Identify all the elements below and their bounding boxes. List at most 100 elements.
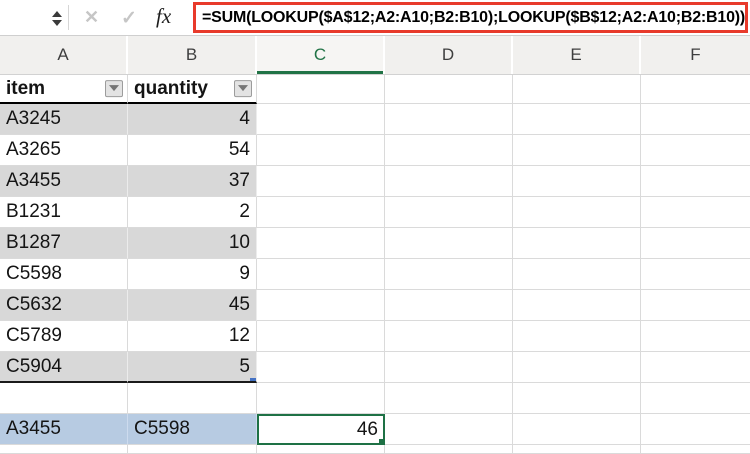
cell-a2[interactable]: A3245 bbox=[0, 104, 128, 135]
sheet-row-1: item quantity bbox=[0, 75, 750, 104]
cell-e2[interactable] bbox=[513, 104, 641, 135]
cell-e3[interactable] bbox=[513, 135, 641, 166]
cell-d8[interactable] bbox=[385, 290, 513, 321]
cell-a3[interactable]: A3265 bbox=[0, 135, 128, 166]
cell-c6[interactable] bbox=[257, 228, 385, 259]
cell-c8[interactable] bbox=[257, 290, 385, 321]
cell-d11[interactable] bbox=[385, 383, 513, 414]
formula-input[interactable]: =SUM(LOOKUP($A$12;A2:A10;B2:B10);LOOKUP(… bbox=[193, 2, 748, 33]
column-header-d[interactable]: D bbox=[385, 36, 513, 74]
cell-d10[interactable] bbox=[385, 352, 513, 383]
cell-a8[interactable]: C5632 bbox=[0, 290, 128, 321]
cell-c13[interactable] bbox=[257, 445, 385, 454]
cell-a5[interactable]: B1231 bbox=[0, 197, 128, 228]
cell-e7[interactable] bbox=[513, 259, 641, 290]
sheet-row-9: C5789 12 bbox=[0, 321, 750, 352]
cell-c10[interactable] bbox=[257, 352, 385, 383]
cell-f8[interactable] bbox=[641, 290, 750, 321]
cell-a1-item-header[interactable]: item bbox=[0, 75, 128, 104]
cell-e6[interactable] bbox=[513, 228, 641, 259]
cell-e12[interactable] bbox=[513, 414, 641, 445]
cell-c5[interactable] bbox=[257, 197, 385, 228]
cell-d2[interactable] bbox=[385, 104, 513, 135]
item-header-label: item bbox=[6, 77, 46, 99]
cell-c2[interactable] bbox=[257, 104, 385, 135]
cell-f6[interactable] bbox=[641, 228, 750, 259]
filter-arrow-icon bbox=[238, 85, 248, 92]
cell-e11[interactable] bbox=[513, 383, 641, 414]
cell-f4[interactable] bbox=[641, 166, 750, 197]
cell-e4[interactable] bbox=[513, 166, 641, 197]
filter-dropdown-button-quantity[interactable] bbox=[234, 79, 252, 97]
cell-a4[interactable]: A3455 bbox=[0, 166, 128, 197]
cell-b11[interactable] bbox=[128, 383, 257, 414]
cell-e10[interactable] bbox=[513, 352, 641, 383]
cell-b13[interactable] bbox=[128, 445, 257, 454]
cell-e8[interactable] bbox=[513, 290, 641, 321]
cell-b5[interactable]: 2 bbox=[128, 197, 257, 228]
confirm-icon[interactable]: ✓ bbox=[121, 7, 137, 30]
cell-a9[interactable]: C5789 bbox=[0, 321, 128, 352]
cell-b6[interactable]: 10 bbox=[128, 228, 257, 259]
cell-d9[interactable] bbox=[385, 321, 513, 352]
column-header-f[interactable]: F bbox=[641, 36, 750, 74]
cell-a6[interactable]: B1287 bbox=[0, 228, 128, 259]
cell-d3[interactable] bbox=[385, 135, 513, 166]
cell-d7[interactable] bbox=[385, 259, 513, 290]
cell-f7[interactable] bbox=[641, 259, 750, 290]
cell-f9[interactable] bbox=[641, 321, 750, 352]
filter-dropdown-button-item[interactable] bbox=[105, 79, 123, 97]
cell-f3[interactable] bbox=[641, 135, 750, 166]
cell-a12-lookup-item[interactable]: A3455 bbox=[0, 414, 128, 445]
cell-f5[interactable] bbox=[641, 197, 750, 228]
cell-c11[interactable] bbox=[257, 383, 385, 414]
cell-e1[interactable] bbox=[513, 75, 641, 104]
cell-f12[interactable] bbox=[641, 414, 750, 445]
cell-b4[interactable]: 37 bbox=[128, 166, 257, 197]
cell-a11[interactable] bbox=[0, 383, 128, 414]
cell-b12-lookup-quantity[interactable]: C5598 bbox=[128, 414, 257, 445]
cell-d1[interactable] bbox=[385, 75, 513, 104]
cell-f11[interactable] bbox=[641, 383, 750, 414]
cell-f13[interactable] bbox=[641, 445, 750, 454]
cell-f2[interactable] bbox=[641, 104, 750, 135]
cell-b7[interactable]: 9 bbox=[128, 259, 257, 290]
cell-b1-quantity-header[interactable]: quantity bbox=[128, 75, 257, 104]
cell-a10[interactable]: C5904 bbox=[0, 352, 128, 383]
cell-b9[interactable]: 12 bbox=[128, 321, 257, 352]
cell-c7[interactable] bbox=[257, 259, 385, 290]
cell-b2[interactable]: 4 bbox=[128, 104, 257, 135]
column-header-a[interactable]: A bbox=[0, 36, 128, 74]
cell-d6[interactable] bbox=[385, 228, 513, 259]
spinner-up-icon bbox=[52, 10, 62, 17]
cell-b3[interactable]: 54 bbox=[128, 135, 257, 166]
cell-a7[interactable]: C5598 bbox=[0, 259, 128, 290]
cell-d5[interactable] bbox=[385, 197, 513, 228]
cell-d13[interactable] bbox=[385, 445, 513, 454]
sheet-row-8: C5632 45 bbox=[0, 290, 750, 321]
sheet-row-10: C5904 5 bbox=[0, 352, 750, 383]
cell-f10[interactable] bbox=[641, 352, 750, 383]
cell-c9[interactable] bbox=[257, 321, 385, 352]
name-box-spinner[interactable] bbox=[50, 5, 64, 31]
column-header-b[interactable]: B bbox=[128, 36, 257, 74]
cell-b8[interactable]: 45 bbox=[128, 290, 257, 321]
cell-e5[interactable] bbox=[513, 197, 641, 228]
cell-e9[interactable] bbox=[513, 321, 641, 352]
cell-c1[interactable] bbox=[257, 75, 385, 104]
cell-c4[interactable] bbox=[257, 166, 385, 197]
cell-d4[interactable] bbox=[385, 166, 513, 197]
cell-f1[interactable] bbox=[641, 75, 750, 104]
sheet-row-5: B1231 2 bbox=[0, 197, 750, 228]
cell-b10[interactable]: 5 bbox=[128, 352, 257, 383]
sheet-row-6: B1287 10 bbox=[0, 228, 750, 259]
column-header-c-selected[interactable]: C bbox=[257, 36, 385, 74]
cell-e13[interactable] bbox=[513, 445, 641, 454]
insert-function-icon[interactable]: fx bbox=[156, 4, 171, 29]
cancel-icon[interactable]: ✕ bbox=[84, 7, 99, 28]
cell-d12[interactable] bbox=[385, 414, 513, 445]
cell-a13[interactable] bbox=[0, 445, 128, 454]
cell-c12-selected-result[interactable]: 46 bbox=[257, 414, 385, 445]
column-header-e[interactable]: E bbox=[513, 36, 641, 74]
cell-c3[interactable] bbox=[257, 135, 385, 166]
